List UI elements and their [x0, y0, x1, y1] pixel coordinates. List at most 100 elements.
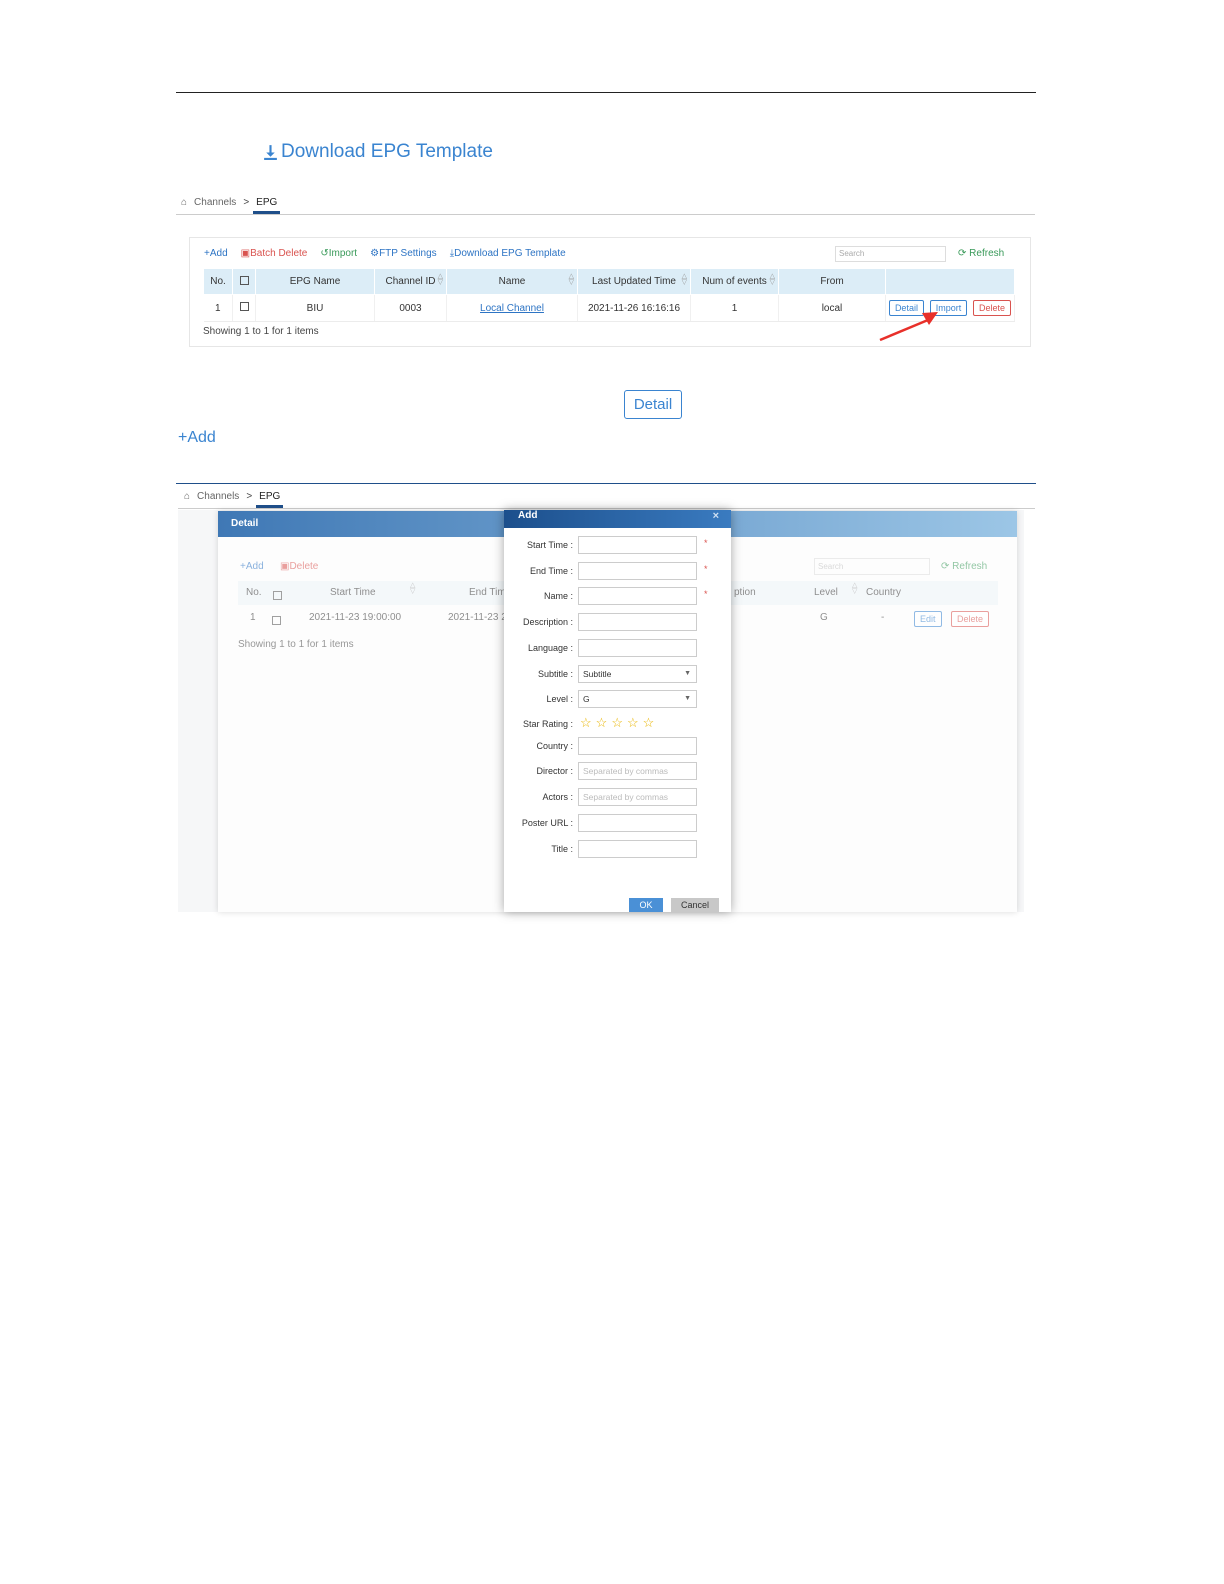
- breadcrumb-epg: EPG: [253, 197, 281, 214]
- add-dialog-title-bar: Add ×: [504, 510, 731, 528]
- level-select[interactable]: G ▼: [578, 690, 697, 708]
- row-delete-button[interactable]: Delete: [973, 300, 1012, 316]
- detail-row-select[interactable]: [272, 612, 281, 630]
- add-button[interactable]: +Add: [204, 248, 228, 259]
- row-checkbox[interactable]: [239, 302, 249, 311]
- name-label: Name :: [543, 591, 573, 601]
- cell-epg-name: BIU: [255, 294, 375, 322]
- add-button-callout[interactable]: +Add: [178, 429, 216, 447]
- row-checkbox[interactable]: [272, 616, 281, 625]
- import-button[interactable]: ↺Import: [320, 248, 357, 259]
- detail-edit-button[interactable]: Edit: [914, 609, 942, 627]
- breadcrumb-channels[interactable]: Channels: [194, 197, 236, 208]
- star-icon[interactable]: ☆: [596, 716, 608, 730]
- detail-refresh-button[interactable]: ⟳ Refresh: [941, 561, 987, 572]
- channel-name-link[interactable]: Local Channel: [480, 303, 544, 314]
- star-icon[interactable]: ☆: [627, 716, 639, 730]
- start-time-input[interactable]: [578, 536, 697, 554]
- detail-cell-end-time: 2021-11-23 2: [448, 612, 507, 623]
- col-actions: [885, 268, 1015, 295]
- home-icon[interactable]: ⌂: [181, 197, 187, 208]
- refresh-icon: ⟳: [958, 248, 967, 259]
- sort-icon[interactable]: △ ▽: [682, 273, 687, 286]
- end-time-row: End Time : *: [504, 562, 731, 582]
- detail-delete-button[interactable]: ▣Delete: [280, 561, 318, 572]
- name-input[interactable]: [578, 587, 697, 605]
- star-icon[interactable]: ☆: [580, 716, 592, 730]
- col-num-events[interactable]: Num of events △ ▽: [690, 268, 779, 295]
- level-row: Level : G ▼: [504, 690, 731, 710]
- select-all-checkbox[interactable]: [273, 591, 282, 600]
- breadcrumb-2: ⌂ Channels > EPG: [184, 491, 284, 508]
- breadcrumb: ⌂ Channels > EPG: [181, 197, 281, 214]
- detail-edit-label: Edit: [914, 611, 942, 627]
- refresh-button[interactable]: ⟳ Refresh: [958, 248, 1004, 259]
- detail-button-callout[interactable]: Detail: [624, 390, 682, 419]
- poster-url-label: Poster URL :: [521, 818, 573, 828]
- director-input[interactable]: Separated by commas: [578, 762, 697, 780]
- download-epg-template-label-small: Download EPG Template: [454, 248, 566, 259]
- subtitle-select[interactable]: Subtitle ▼: [578, 665, 697, 683]
- col-name[interactable]: Name △ ▽: [446, 268, 578, 295]
- download-epg-template-button[interactable]: ⤓Download EPG Template: [450, 248, 566, 259]
- name-row: Name : *: [504, 587, 731, 607]
- sort-icon[interactable]: △ ▽: [852, 582, 857, 595]
- ok-button[interactable]: OK: [629, 898, 663, 912]
- sort-icon[interactable]: △ ▽: [438, 273, 443, 286]
- cell-num-events: 1: [690, 294, 779, 322]
- actors-input[interactable]: Separated by commas: [578, 788, 697, 806]
- breadcrumb-channels[interactable]: Channels: [197, 491, 239, 502]
- country-input[interactable]: [578, 737, 697, 755]
- select-all-checkbox[interactable]: [239, 275, 249, 285]
- star-rating-control[interactable]: ☆ ☆ ☆ ☆ ☆: [580, 716, 654, 730]
- end-time-input[interactable]: [578, 562, 697, 580]
- import-label: Import: [328, 248, 358, 259]
- description-input[interactable]: [578, 613, 697, 631]
- refresh-icon: ⟳: [941, 561, 950, 572]
- title-input[interactable]: [578, 840, 697, 858]
- breadcrumb-separator: >: [243, 197, 250, 208]
- col-name-label: Name: [498, 276, 526, 287]
- col-from: From: [778, 268, 886, 295]
- cell-select[interactable]: [232, 294, 256, 322]
- detail-col-no: No.: [246, 587, 262, 598]
- ftp-settings-button[interactable]: ⚙FTP Settings: [370, 248, 437, 259]
- sort-icon[interactable]: △ ▽: [569, 273, 574, 286]
- home-icon[interactable]: ⌂: [184, 491, 190, 502]
- col-epg-name: EPG Name: [255, 268, 375, 295]
- sort-icon[interactable]: △ ▽: [770, 273, 775, 286]
- search-input[interactable]: Search: [835, 246, 946, 262]
- close-icon[interactable]: ×: [713, 510, 719, 522]
- epg-toolbar: +Add ▣Batch Delete ↺Import ⚙FTP Settings…: [204, 248, 566, 259]
- detail-refresh-label: Refresh: [952, 561, 988, 572]
- download-epg-template-link-large[interactable]: Download EPG Template: [262, 141, 493, 163]
- cell-no: 1: [203, 294, 233, 322]
- subtitle-row: Subtitle : Subtitle ▼: [504, 665, 731, 685]
- cancel-button[interactable]: Cancel: [671, 898, 719, 912]
- title-row: Title :: [504, 840, 731, 860]
- section2-top-rule: [176, 483, 1036, 484]
- col-last-updated[interactable]: Last Updated Time △ ▽: [577, 268, 691, 295]
- batch-delete-button[interactable]: ▣Batch Delete: [241, 248, 308, 259]
- col-channel-id-label: Channel ID: [385, 276, 436, 287]
- detail-search-input[interactable]: Search: [814, 558, 930, 575]
- col-last-updated-label: Last Updated Time: [592, 276, 676, 287]
- star-icon[interactable]: ☆: [611, 716, 623, 730]
- star-rating-row: Star Rating : ☆ ☆ ☆ ☆ ☆: [504, 715, 731, 735]
- gear-icon: ⚙: [370, 248, 380, 259]
- refresh-arrow-icon: ↺: [320, 248, 329, 259]
- sort-icon[interactable]: △ ▽: [410, 582, 415, 595]
- col-select-all[interactable]: [232, 268, 256, 295]
- poster-url-input[interactable]: [578, 814, 697, 832]
- language-input[interactable]: [578, 639, 697, 657]
- detail-cell-start-time: 2021-11-23 19:00:00: [309, 612, 402, 623]
- level-label: Level :: [546, 694, 573, 704]
- detail-col-select[interactable]: [273, 587, 282, 605]
- add-dialog: Add × Start Time : * End Time : * Name :…: [504, 510, 731, 912]
- refresh-label: Refresh: [969, 248, 1005, 259]
- detail-add-button[interactable]: +Add: [240, 561, 264, 572]
- detail-row-delete-button[interactable]: Delete: [951, 609, 990, 627]
- star-icon[interactable]: ☆: [643, 716, 655, 730]
- required-marker: *: [704, 564, 708, 574]
- col-channel-id[interactable]: Channel ID △ ▽: [374, 268, 447, 295]
